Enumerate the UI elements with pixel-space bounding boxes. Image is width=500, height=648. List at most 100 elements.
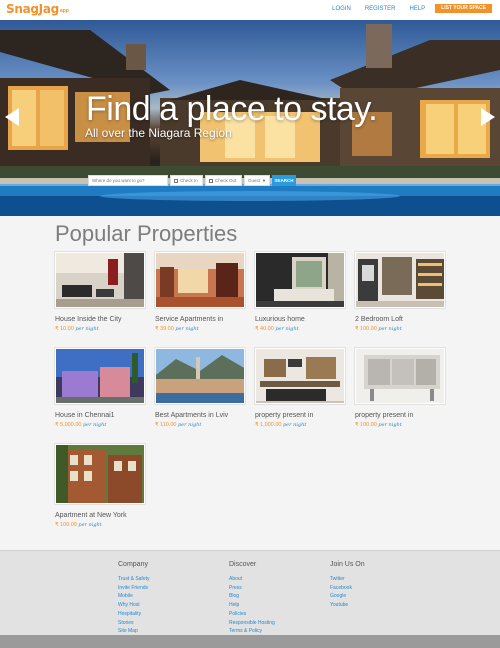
property-price: ₹ 110.00 per night: [155, 422, 247, 428]
property-price: ₹ 39.00 per night: [155, 326, 247, 332]
property-price: ₹ 1,000.00 per night: [255, 422, 347, 428]
footer-link[interactable]: Mobile: [118, 592, 150, 601]
property-image[interactable]: [55, 348, 145, 404]
property-image[interactable]: [255, 252, 345, 308]
chevron-down-icon: ▼: [262, 178, 266, 183]
price-value: ₹ 1,000.00: [255, 422, 282, 428]
register-link[interactable]: REGISTER: [365, 6, 396, 12]
check-out-label: Check Out: [215, 178, 237, 183]
footer-link[interactable]: Why Host: [118, 601, 150, 610]
property-price: ₹ 100.00 per night: [355, 326, 447, 332]
property-image[interactable]: [55, 444, 145, 504]
footer-link[interactable]: Responsible Hosting: [229, 619, 275, 628]
logo[interactable]: SnagJag app: [6, 2, 69, 16]
property-price: ₹ 10.00 per night: [55, 326, 147, 332]
per-night-label: per night: [177, 422, 202, 428]
footer: Company Trust & Safety Invite Friends Mo…: [0, 550, 500, 648]
check-out-field[interactable]: Check Out: [205, 175, 242, 186]
property-card[interactable]: property present in ₹ 100.00 per night: [355, 348, 447, 428]
property-title[interactable]: property present in: [355, 412, 447, 419]
calendar-icon: [209, 178, 213, 183]
property-image[interactable]: [355, 252, 445, 308]
price-value: ₹ 100.00: [355, 326, 377, 332]
property-image[interactable]: [155, 252, 245, 308]
property-card[interactable]: 2 Bedroom Loft ₹ 100.00 per night: [355, 252, 447, 332]
price-value: ₹ 110.00: [155, 422, 177, 428]
footer-link[interactable]: Blog: [229, 592, 275, 601]
footer-link[interactable]: Stories: [118, 619, 150, 628]
logo-mark: app: [59, 8, 69, 14]
property-title[interactable]: House Inside the City: [55, 316, 147, 323]
footer-discover-column: Discover About Press Blog Help Policies …: [229, 561, 275, 636]
footer-link[interactable]: Help: [229, 601, 275, 610]
hero-subtitle: All over the Niagara Region: [85, 126, 232, 140]
property-title[interactable]: Service Apartments in: [155, 316, 247, 323]
property-price: ₹ 100.00 per night: [55, 522, 147, 528]
property-image[interactable]: [155, 348, 245, 404]
footer-link[interactable]: Policies: [229, 610, 275, 619]
guest-select[interactable]: Guest ▼: [244, 175, 270, 186]
top-navigation-bar: SnagJag app LOGIN REGISTER HELP LIST YOU…: [0, 0, 500, 20]
price-value: ₹ 10.00: [55, 326, 74, 332]
check-in-field[interactable]: Check In: [170, 175, 203, 186]
footer-link[interactable]: About: [229, 575, 275, 584]
property-image[interactable]: [55, 252, 145, 308]
carousel-next-arrow-icon[interactable]: [481, 108, 495, 126]
property-card[interactable]: Best Apartments in Lviv ₹ 110.00 per nig…: [155, 348, 247, 428]
property-price: ₹ 100.00 per night: [355, 422, 447, 428]
youtube-link[interactable]: Youtube: [330, 601, 365, 610]
property-image[interactable]: [255, 348, 345, 404]
property-price: ₹ 40.00 per night: [255, 326, 347, 332]
property-title[interactable]: Best Apartments in Lviv: [155, 412, 247, 419]
property-card[interactable]: property present in ₹ 1,000.00 per night: [255, 348, 347, 428]
twitter-link[interactable]: Twitter: [330, 575, 365, 584]
property-card[interactable]: Service Apartments in ₹ 39.00 per night: [155, 252, 247, 332]
login-link[interactable]: LOGIN: [332, 6, 351, 12]
footer-heading: Discover: [229, 561, 257, 568]
property-card[interactable]: House in Chennai1 ₹ 5,000.00 per night: [55, 348, 147, 428]
calendar-icon: [174, 178, 178, 183]
property-title[interactable]: Apartment at New York: [55, 512, 147, 519]
help-link[interactable]: HELP: [409, 6, 425, 12]
hero-banner: Find a place to stay. All over the Niaga…: [0, 20, 500, 216]
footer-social-column: Join Us On Twitter Facebook Google Youtu…: [330, 561, 365, 610]
property-title[interactable]: property present in: [255, 412, 347, 419]
property-title[interactable]: 2 Bedroom Loft: [355, 316, 447, 323]
property-card[interactable]: Luxurious home ₹ 40.00 per night: [255, 252, 347, 332]
footer-link[interactable]: Hospitality: [118, 610, 150, 619]
google-link[interactable]: Google: [330, 592, 365, 601]
logo-text: SnagJag: [6, 2, 59, 16]
price-value: ₹ 5,000.00: [55, 422, 82, 428]
price-value: ₹ 39.00: [155, 326, 174, 332]
guest-label: Guest: [248, 178, 261, 183]
facebook-link[interactable]: Facebook: [330, 584, 365, 593]
per-night-label: per night: [82, 422, 107, 428]
property-price: ₹ 5,000.00 per night: [55, 422, 147, 428]
property-card[interactable]: Apartment at New York ₹ 100.00 per night: [55, 444, 147, 528]
per-night-label: per night: [78, 522, 102, 528]
property-title[interactable]: Luxurious home: [255, 316, 347, 323]
check-in-label: Check In: [180, 178, 198, 183]
search-button[interactable]: SEARCH: [272, 175, 296, 186]
hero-title: Find a place to stay.: [86, 90, 378, 128]
bottom-bar: [0, 635, 500, 648]
property-image[interactable]: [355, 348, 445, 404]
property-title[interactable]: House in Chennai1: [55, 412, 147, 419]
per-night-label: per night: [275, 326, 299, 332]
footer-link[interactable]: Press: [229, 584, 275, 593]
per-night-label: per night: [378, 326, 402, 332]
per-night-label: per night: [282, 422, 307, 428]
footer-link[interactable]: Trust & Safety: [118, 575, 150, 584]
price-value: ₹ 100.00: [55, 522, 77, 528]
footer-company-column: Company Trust & Safety Invite Friends Mo…: [118, 561, 150, 636]
property-card[interactable]: House Inside the City ₹ 10.00 per night: [55, 252, 147, 332]
section-title: Popular Properties: [55, 221, 238, 246]
search-bar: Where do you want to go? Check In Check …: [88, 175, 296, 186]
per-night-label: per night: [378, 422, 402, 428]
footer-link[interactable]: Invite Friends: [118, 584, 150, 593]
per-night-label: per night: [175, 326, 199, 332]
list-your-space-button[interactable]: LIST YOUR SPACE: [435, 4, 492, 13]
price-value: ₹ 40.00: [255, 326, 274, 332]
location-search-input[interactable]: Where do you want to go?: [88, 175, 168, 186]
carousel-prev-arrow-icon[interactable]: [5, 108, 19, 126]
